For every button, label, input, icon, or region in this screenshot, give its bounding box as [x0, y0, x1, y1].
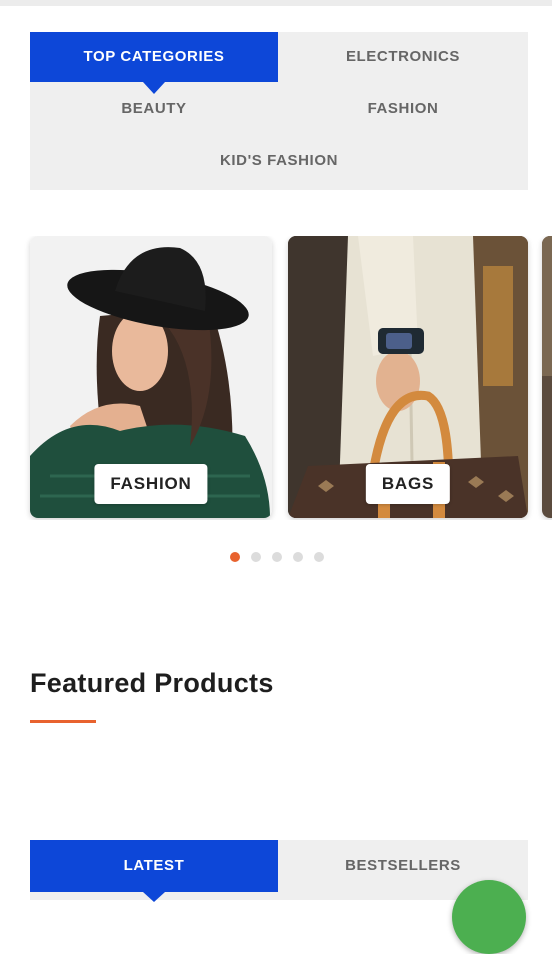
tab-latest[interactable]: LATEST — [30, 840, 278, 902]
carousel-dot-3[interactable] — [272, 552, 282, 562]
category-tabs: TOP CATEGORIES ELECTRONICS BEAUTY FASHIO… — [30, 32, 528, 190]
tab-fashion[interactable]: FASHION — [278, 84, 528, 134]
carousel-dot-2[interactable] — [251, 552, 261, 562]
next-card-image — [542, 236, 552, 518]
category-card-next-peek[interactable] — [542, 236, 552, 518]
tab-electronics[interactable]: ELECTRONICS — [278, 32, 528, 82]
tab-kids-fashion[interactable]: KID'S FASHION — [30, 136, 528, 186]
featured-products-heading: Featured Products — [30, 668, 274, 698]
carousel-dot-4[interactable] — [293, 552, 303, 562]
tab-top-categories[interactable]: TOP CATEGORIES — [30, 32, 278, 94]
category-card-bags[interactable]: BAGS — [288, 236, 528, 518]
carousel-pagination — [230, 549, 335, 562]
product-tabs: LATEST BESTSELLERS — [30, 840, 528, 902]
category-card-fashion[interactable]: FASHION — [30, 236, 272, 518]
chat-fab-icon[interactable] — [452, 880, 526, 954]
category-carousel[interactable]: FASHION BAGS — [0, 236, 552, 520]
fashion-card-label: FASHION — [94, 464, 208, 504]
carousel-dot-5[interactable] — [314, 552, 324, 562]
carousel-dot-1[interactable] — [230, 552, 240, 562]
bags-card-label: BAGS — [365, 464, 451, 504]
tab-beauty[interactable]: BEAUTY — [30, 84, 278, 134]
heading-underline — [30, 720, 96, 723]
top-edge-bar — [0, 0, 552, 6]
